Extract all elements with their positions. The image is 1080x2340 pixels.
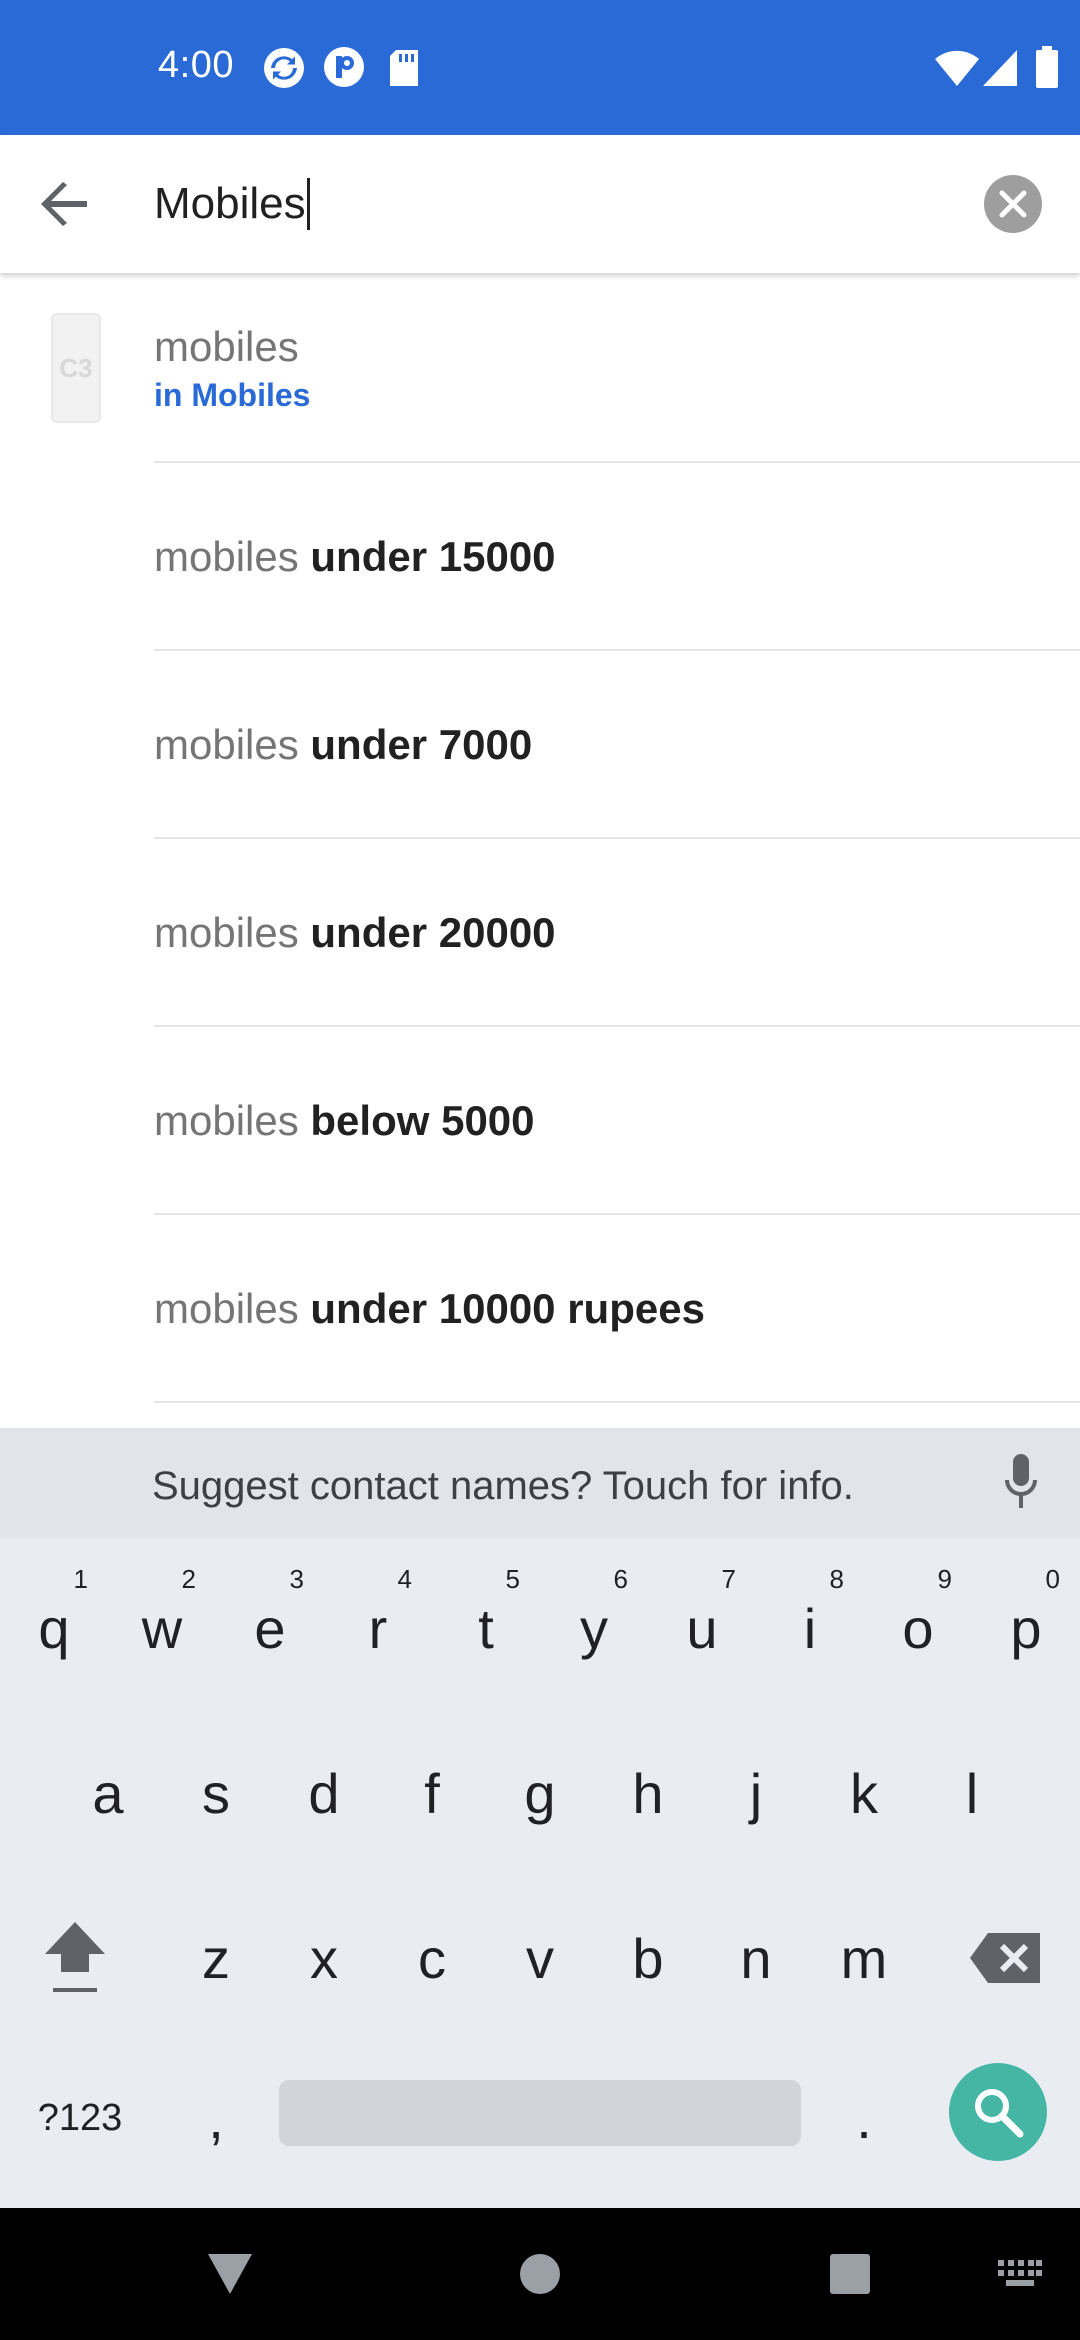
key-n[interactable]: n (702, 1888, 810, 2028)
space-bar[interactable] (279, 2080, 801, 2146)
suggestion-text: mobiles below 5000 (154, 1027, 535, 1215)
suggestion-item[interactable]: mobiles under 10000 rupees (0, 1215, 1080, 1403)
key-q[interactable]: q1 (0, 1558, 108, 1698)
key-l[interactable]: l (918, 1723, 1026, 1863)
sync-icon (262, 46, 306, 95)
suggestion-prefix: mobiles (154, 721, 299, 768)
key-i[interactable]: i8 (756, 1558, 864, 1698)
clear-icon[interactable] (984, 175, 1042, 233)
key-a[interactable]: a (54, 1723, 162, 1863)
navigation-bar (0, 2208, 1080, 2340)
key-y[interactable]: y6 (540, 1558, 648, 1698)
key-v[interactable]: v (486, 1888, 594, 2028)
suggestion-item[interactable]: mobiles below 5000 (0, 1027, 1080, 1215)
key-c[interactable]: c (378, 1888, 486, 2028)
keyboard-suggestion-strip[interactable]: Suggest contact names? Touch for info. (0, 1428, 1080, 1538)
search-input[interactable]: Mobiles (154, 165, 954, 243)
shift-icon[interactable] (20, 1888, 130, 2028)
key-z[interactable]: z (162, 1888, 270, 2028)
signal-icon (983, 50, 1017, 91)
text-caret (306, 178, 310, 230)
symbols-key[interactable]: ?123 (20, 2048, 140, 2188)
search-key-icon (975, 2089, 1024, 2138)
search-icon (40, 651, 112, 839)
suggestion-bold: below 5000 (310, 1097, 535, 1144)
suggestion-text: mobiles under 7000 (154, 651, 532, 839)
suggestion-category: in Mobiles (154, 376, 311, 413)
mic-icon[interactable] (1005, 1454, 1037, 1515)
home-circle-icon[interactable] (500, 2208, 580, 2340)
suggestion-bold: under 7000 (310, 721, 533, 768)
backspace-icon[interactable] (950, 1888, 1060, 2028)
suggestion-prefix: mobiles (154, 1285, 299, 1332)
key-r[interactable]: r4 (324, 1558, 432, 1698)
period-key[interactable]: . (810, 2048, 918, 2188)
search-icon (40, 1215, 112, 1403)
search-query-text: Mobiles (154, 179, 306, 228)
search-icon (40, 463, 112, 651)
suggestion-bold: under 10000 rupees (310, 1285, 705, 1332)
suggestion-prefix: mobiles (154, 1097, 299, 1144)
arrow-back-icon[interactable] (30, 169, 100, 239)
suggestion-bold: under 20000 (310, 909, 556, 956)
suggestion-text: mobiles under 20000 (154, 839, 556, 1027)
key-u[interactable]: u7 (648, 1558, 756, 1698)
key-t[interactable]: t5 (432, 1558, 540, 1698)
key-b[interactable]: b (594, 1888, 702, 2028)
suggestion-item[interactable]: mobiles under 7000 (0, 651, 1080, 839)
comma-key[interactable]: , (162, 2048, 270, 2188)
suggestion-list: C3 mobiles in Mobiles mobiles under 1500… (0, 273, 1080, 1403)
search-enter-key[interactable] (949, 2063, 1047, 2161)
key-m[interactable]: m (810, 1888, 918, 2028)
search-icon (40, 1027, 112, 1215)
battery-icon (1036, 46, 1058, 93)
divider (154, 1401, 1080, 1403)
soft-keyboard: Suggest contact names? Touch for info. q… (0, 1428, 1080, 2208)
keyboard-switch-icon[interactable] (980, 2208, 1060, 2340)
key-s[interactable]: s (162, 1723, 270, 1863)
key-p[interactable]: p0 (972, 1558, 1080, 1698)
sd-card-icon (388, 50, 420, 91)
suggestion-bold: under 15000 (310, 533, 556, 580)
key-d[interactable]: d (270, 1723, 378, 1863)
suggestion-prefix: mobiles (154, 533, 299, 580)
key-j[interactable]: j (702, 1723, 810, 1863)
suggestion-prefix: mobiles (154, 322, 299, 370)
key-k[interactable]: k (810, 1723, 918, 1863)
search-bar: Mobiles (0, 135, 1080, 273)
notification-p-icon (323, 46, 365, 93)
key-w[interactable]: w2 (108, 1558, 216, 1698)
status-bar: 4:00 (0, 0, 1080, 135)
back-triangle-icon[interactable] (190, 2208, 270, 2340)
key-f[interactable]: f (378, 1723, 486, 1863)
suggestion-text: mobiles under 15000 (154, 463, 556, 651)
wifi-icon (935, 50, 979, 91)
key-x[interactable]: x (270, 1888, 378, 2028)
key-e[interactable]: e3 (216, 1558, 324, 1698)
status-time: 4:00 (158, 44, 234, 86)
suggestion-item[interactable]: mobiles under 15000 (0, 463, 1080, 651)
key-g[interactable]: g (486, 1723, 594, 1863)
product-thumbnail: C3 (40, 273, 112, 463)
suggestion-text: mobiles under 10000 rupees (154, 1215, 705, 1403)
suggestion-item[interactable]: C3 mobiles in Mobiles (0, 273, 1080, 463)
key-o[interactable]: o9 (864, 1558, 972, 1698)
suggestion-item[interactable]: mobiles under 20000 (0, 839, 1080, 1027)
suggestion-text: mobiles in Mobiles (154, 273, 310, 463)
suggestion-prefix: mobiles (154, 909, 299, 956)
recents-square-icon[interactable] (810, 2208, 890, 2340)
key-h[interactable]: h (594, 1723, 702, 1863)
contact-suggestion-prompt[interactable]: Suggest contact names? Touch for info. (152, 1464, 854, 1509)
search-icon (40, 839, 112, 1027)
